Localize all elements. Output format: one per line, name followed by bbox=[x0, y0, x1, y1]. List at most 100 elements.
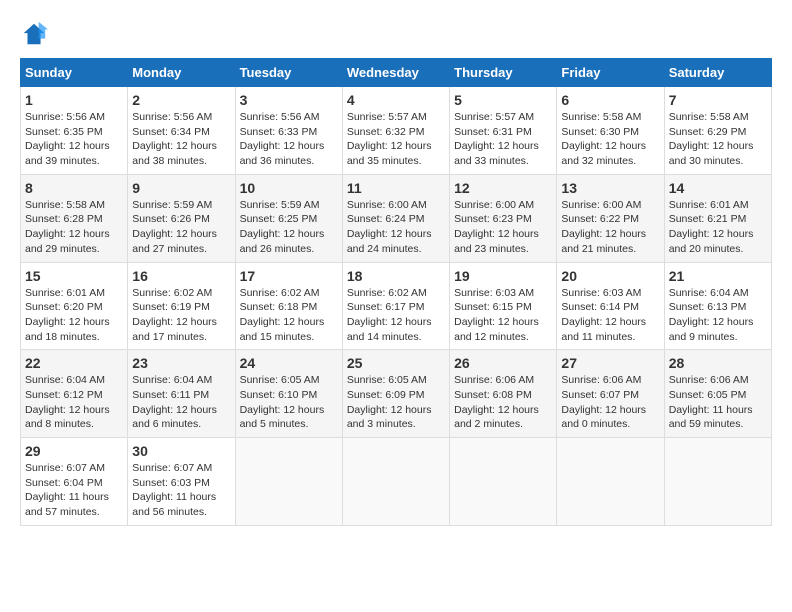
day-number: 13 bbox=[561, 180, 659, 196]
day-cell: 24 Sunrise: 6:05 AM Sunset: 6:10 PM Dayl… bbox=[235, 350, 342, 438]
day-cell bbox=[235, 438, 342, 526]
day-info: Sunrise: 6:07 AM Sunset: 6:04 PM Dayligh… bbox=[25, 461, 123, 520]
day-cell: 3 Sunrise: 5:56 AM Sunset: 6:33 PM Dayli… bbox=[235, 87, 342, 175]
day-cell: 26 Sunrise: 6:06 AM Sunset: 6:08 PM Dayl… bbox=[450, 350, 557, 438]
day-info: Sunrise: 6:00 AM Sunset: 6:23 PM Dayligh… bbox=[454, 198, 552, 257]
day-cell: 27 Sunrise: 6:06 AM Sunset: 6:07 PM Dayl… bbox=[557, 350, 664, 438]
day-info: Sunrise: 5:57 AM Sunset: 6:31 PM Dayligh… bbox=[454, 110, 552, 169]
calendar-table: SundayMondayTuesdayWednesdayThursdayFrid… bbox=[20, 58, 772, 526]
day-info: Sunrise: 6:01 AM Sunset: 6:21 PM Dayligh… bbox=[669, 198, 767, 257]
day-number: 9 bbox=[132, 180, 230, 196]
day-cell: 30 Sunrise: 6:07 AM Sunset: 6:03 PM Dayl… bbox=[128, 438, 235, 526]
week-row-5: 29 Sunrise: 6:07 AM Sunset: 6:04 PM Dayl… bbox=[21, 438, 772, 526]
day-cell: 6 Sunrise: 5:58 AM Sunset: 6:30 PM Dayli… bbox=[557, 87, 664, 175]
day-info: Sunrise: 6:04 AM Sunset: 6:12 PM Dayligh… bbox=[25, 373, 123, 432]
day-cell: 11 Sunrise: 6:00 AM Sunset: 6:24 PM Dayl… bbox=[342, 174, 449, 262]
day-cell: 9 Sunrise: 5:59 AM Sunset: 6:26 PM Dayli… bbox=[128, 174, 235, 262]
day-info: Sunrise: 6:03 AM Sunset: 6:14 PM Dayligh… bbox=[561, 286, 659, 345]
day-info: Sunrise: 6:04 AM Sunset: 6:11 PM Dayligh… bbox=[132, 373, 230, 432]
weekday-header-wednesday: Wednesday bbox=[342, 59, 449, 87]
day-info: Sunrise: 6:02 AM Sunset: 6:19 PM Dayligh… bbox=[132, 286, 230, 345]
day-number: 6 bbox=[561, 92, 659, 108]
day-number: 19 bbox=[454, 268, 552, 284]
day-number: 8 bbox=[25, 180, 123, 196]
day-number: 12 bbox=[454, 180, 552, 196]
week-row-2: 8 Sunrise: 5:58 AM Sunset: 6:28 PM Dayli… bbox=[21, 174, 772, 262]
day-info: Sunrise: 5:56 AM Sunset: 6:35 PM Dayligh… bbox=[25, 110, 123, 169]
day-cell: 13 Sunrise: 6:00 AM Sunset: 6:22 PM Dayl… bbox=[557, 174, 664, 262]
day-info: Sunrise: 5:56 AM Sunset: 6:34 PM Dayligh… bbox=[132, 110, 230, 169]
day-info: Sunrise: 6:05 AM Sunset: 6:10 PM Dayligh… bbox=[240, 373, 338, 432]
day-number: 14 bbox=[669, 180, 767, 196]
day-cell: 16 Sunrise: 6:02 AM Sunset: 6:19 PM Dayl… bbox=[128, 262, 235, 350]
day-cell: 23 Sunrise: 6:04 AM Sunset: 6:11 PM Dayl… bbox=[128, 350, 235, 438]
day-cell: 1 Sunrise: 5:56 AM Sunset: 6:35 PM Dayli… bbox=[21, 87, 128, 175]
day-number: 30 bbox=[132, 443, 230, 459]
day-cell: 19 Sunrise: 6:03 AM Sunset: 6:15 PM Dayl… bbox=[450, 262, 557, 350]
day-number: 15 bbox=[25, 268, 123, 284]
day-number: 17 bbox=[240, 268, 338, 284]
day-cell: 21 Sunrise: 6:04 AM Sunset: 6:13 PM Dayl… bbox=[664, 262, 771, 350]
day-info: Sunrise: 6:06 AM Sunset: 6:08 PM Dayligh… bbox=[454, 373, 552, 432]
day-cell: 10 Sunrise: 5:59 AM Sunset: 6:25 PM Dayl… bbox=[235, 174, 342, 262]
day-info: Sunrise: 5:58 AM Sunset: 6:29 PM Dayligh… bbox=[669, 110, 767, 169]
day-number: 10 bbox=[240, 180, 338, 196]
day-info: Sunrise: 6:05 AM Sunset: 6:09 PM Dayligh… bbox=[347, 373, 445, 432]
day-info: Sunrise: 6:04 AM Sunset: 6:13 PM Dayligh… bbox=[669, 286, 767, 345]
day-info: Sunrise: 6:06 AM Sunset: 6:07 PM Dayligh… bbox=[561, 373, 659, 432]
day-number: 11 bbox=[347, 180, 445, 196]
day-number: 28 bbox=[669, 355, 767, 371]
day-info: Sunrise: 6:03 AM Sunset: 6:15 PM Dayligh… bbox=[454, 286, 552, 345]
day-number: 26 bbox=[454, 355, 552, 371]
day-cell: 28 Sunrise: 6:06 AM Sunset: 6:05 PM Dayl… bbox=[664, 350, 771, 438]
day-number: 22 bbox=[25, 355, 123, 371]
day-number: 21 bbox=[669, 268, 767, 284]
day-cell: 17 Sunrise: 6:02 AM Sunset: 6:18 PM Dayl… bbox=[235, 262, 342, 350]
day-cell: 15 Sunrise: 6:01 AM Sunset: 6:20 PM Dayl… bbox=[21, 262, 128, 350]
day-number: 29 bbox=[25, 443, 123, 459]
week-row-1: 1 Sunrise: 5:56 AM Sunset: 6:35 PM Dayli… bbox=[21, 87, 772, 175]
day-number: 4 bbox=[347, 92, 445, 108]
week-row-3: 15 Sunrise: 6:01 AM Sunset: 6:20 PM Dayl… bbox=[21, 262, 772, 350]
day-info: Sunrise: 6:07 AM Sunset: 6:03 PM Dayligh… bbox=[132, 461, 230, 520]
day-info: Sunrise: 6:00 AM Sunset: 6:22 PM Dayligh… bbox=[561, 198, 659, 257]
day-number: 5 bbox=[454, 92, 552, 108]
weekday-header-tuesday: Tuesday bbox=[235, 59, 342, 87]
week-row-4: 22 Sunrise: 6:04 AM Sunset: 6:12 PM Dayl… bbox=[21, 350, 772, 438]
weekday-header-monday: Monday bbox=[128, 59, 235, 87]
day-cell: 29 Sunrise: 6:07 AM Sunset: 6:04 PM Dayl… bbox=[21, 438, 128, 526]
day-number: 23 bbox=[132, 355, 230, 371]
weekday-header-thursday: Thursday bbox=[450, 59, 557, 87]
day-cell: 2 Sunrise: 5:56 AM Sunset: 6:34 PM Dayli… bbox=[128, 87, 235, 175]
day-number: 2 bbox=[132, 92, 230, 108]
day-cell: 8 Sunrise: 5:58 AM Sunset: 6:28 PM Dayli… bbox=[21, 174, 128, 262]
day-info: Sunrise: 5:59 AM Sunset: 6:26 PM Dayligh… bbox=[132, 198, 230, 257]
weekday-header-sunday: Sunday bbox=[21, 59, 128, 87]
day-cell: 20 Sunrise: 6:03 AM Sunset: 6:14 PM Dayl… bbox=[557, 262, 664, 350]
day-number: 27 bbox=[561, 355, 659, 371]
day-number: 24 bbox=[240, 355, 338, 371]
day-number: 3 bbox=[240, 92, 338, 108]
day-cell: 14 Sunrise: 6:01 AM Sunset: 6:21 PM Dayl… bbox=[664, 174, 771, 262]
day-info: Sunrise: 5:59 AM Sunset: 6:25 PM Dayligh… bbox=[240, 198, 338, 257]
day-info: Sunrise: 6:06 AM Sunset: 6:05 PM Dayligh… bbox=[669, 373, 767, 432]
day-cell: 5 Sunrise: 5:57 AM Sunset: 6:31 PM Dayli… bbox=[450, 87, 557, 175]
day-info: Sunrise: 6:00 AM Sunset: 6:24 PM Dayligh… bbox=[347, 198, 445, 257]
day-cell bbox=[557, 438, 664, 526]
weekday-header-row: SundayMondayTuesdayWednesdayThursdayFrid… bbox=[21, 59, 772, 87]
day-cell bbox=[342, 438, 449, 526]
weekday-header-friday: Friday bbox=[557, 59, 664, 87]
day-number: 25 bbox=[347, 355, 445, 371]
day-cell: 7 Sunrise: 5:58 AM Sunset: 6:29 PM Dayli… bbox=[664, 87, 771, 175]
day-info: Sunrise: 5:58 AM Sunset: 6:28 PM Dayligh… bbox=[25, 198, 123, 257]
day-info: Sunrise: 5:58 AM Sunset: 6:30 PM Dayligh… bbox=[561, 110, 659, 169]
day-cell: 22 Sunrise: 6:04 AM Sunset: 6:12 PM Dayl… bbox=[21, 350, 128, 438]
day-info: Sunrise: 6:01 AM Sunset: 6:20 PM Dayligh… bbox=[25, 286, 123, 345]
day-cell: 25 Sunrise: 6:05 AM Sunset: 6:09 PM Dayl… bbox=[342, 350, 449, 438]
day-info: Sunrise: 5:57 AM Sunset: 6:32 PM Dayligh… bbox=[347, 110, 445, 169]
day-cell bbox=[450, 438, 557, 526]
day-cell: 4 Sunrise: 5:57 AM Sunset: 6:32 PM Dayli… bbox=[342, 87, 449, 175]
day-info: Sunrise: 5:56 AM Sunset: 6:33 PM Dayligh… bbox=[240, 110, 338, 169]
weekday-header-saturday: Saturday bbox=[664, 59, 771, 87]
logo bbox=[20, 20, 52, 48]
